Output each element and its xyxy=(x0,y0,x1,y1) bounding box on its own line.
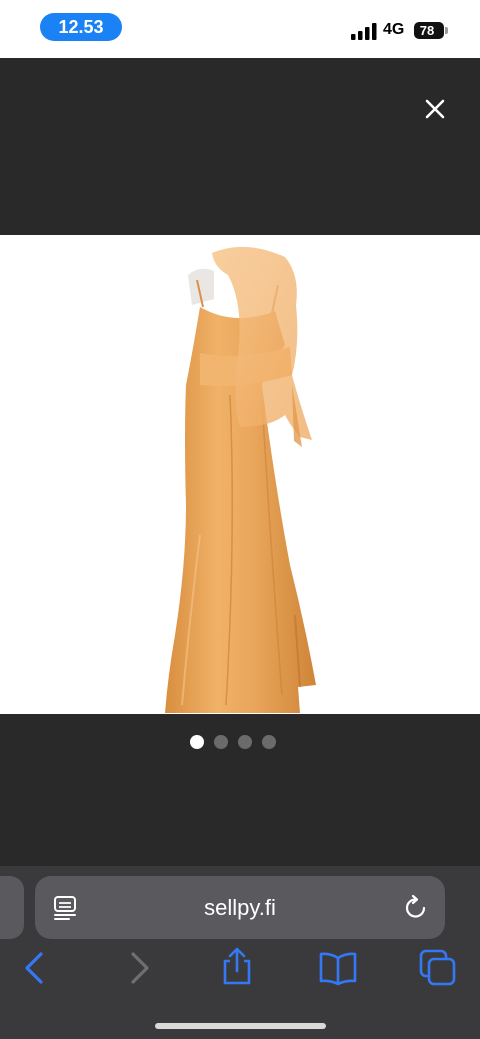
cellular-signal-icon xyxy=(351,23,377,40)
bookmarks-icon[interactable] xyxy=(318,948,358,988)
forward-button[interactable] xyxy=(119,948,159,988)
share-icon[interactable] xyxy=(217,946,257,986)
battery-level: 78 xyxy=(419,23,435,38)
tabs-icon[interactable] xyxy=(418,948,458,988)
previous-tab-preview[interactable] xyxy=(0,876,24,939)
address-bar[interactable]: sellpy.fi xyxy=(35,876,445,939)
close-icon[interactable] xyxy=(420,94,450,124)
status-time[interactable]: 12.53 xyxy=(40,13,122,41)
battery-cap xyxy=(445,27,448,34)
pagination-dot[interactable] xyxy=(214,735,228,749)
network-type: 4G xyxy=(383,21,405,38)
reload-icon[interactable] xyxy=(402,894,430,922)
pagination-dots xyxy=(190,735,276,749)
pagination-dot[interactable] xyxy=(262,735,276,749)
back-button[interactable] xyxy=(15,948,55,988)
home-indicator[interactable] xyxy=(155,1023,326,1029)
browser-toolbar: sellpy.fi xyxy=(0,866,480,1039)
status-bar: 12.53 4G 78 xyxy=(0,0,480,58)
product-image[interactable] xyxy=(0,235,480,714)
pagination-dot[interactable] xyxy=(190,735,204,749)
url-text: sellpy.fi xyxy=(204,895,276,920)
image-viewer xyxy=(0,58,480,866)
pagination-dot[interactable] xyxy=(238,735,252,749)
dress-illustration xyxy=(165,246,316,713)
battery-icon: 78 xyxy=(414,22,448,39)
